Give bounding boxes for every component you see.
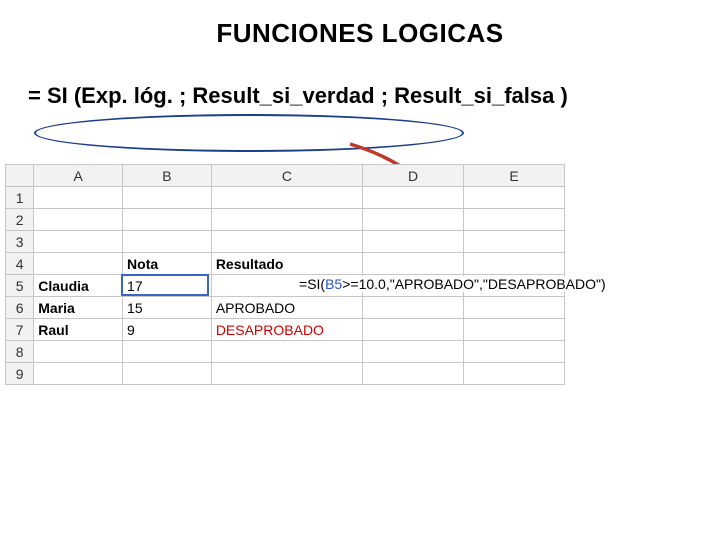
row-header-8[interactable]: 8 <box>6 341 34 363</box>
cell-b4-nota-header[interactable]: Nota <box>123 253 212 275</box>
formula-syntax-text: = SI (Exp. lóg. ; Result_si_verdad ; Res… <box>28 83 720 109</box>
cell-d8[interactable] <box>363 341 464 363</box>
cell-e7[interactable] <box>464 319 565 341</box>
cell-a5-name[interactable]: Claudia <box>34 275 123 297</box>
cell-e1[interactable] <box>464 187 565 209</box>
cell-d3[interactable] <box>363 231 464 253</box>
cell-d6[interactable] <box>363 297 464 319</box>
formula-ref: B5 <box>325 276 342 292</box>
row-header-6[interactable]: 6 <box>6 297 34 319</box>
cell-e2[interactable] <box>464 209 565 231</box>
cell-a2[interactable] <box>34 209 123 231</box>
corner-cell[interactable] <box>6 165 34 187</box>
cell-e3[interactable] <box>464 231 565 253</box>
cell-e6[interactable] <box>464 297 565 319</box>
cell-b9[interactable] <box>123 363 212 385</box>
cell-d1[interactable] <box>363 187 464 209</box>
syntax-highlight-ellipse <box>34 114 464 152</box>
row-header-7[interactable]: 7 <box>6 319 34 341</box>
formula-str1: "APROBADO" <box>390 276 479 292</box>
cell-a6-name[interactable]: Maria <box>34 297 123 319</box>
cell-d2[interactable] <box>363 209 464 231</box>
row-header-5[interactable]: 5 <box>6 275 34 297</box>
cell-d9[interactable] <box>363 363 464 385</box>
cell-e9[interactable] <box>464 363 565 385</box>
row-header-9[interactable]: 9 <box>6 363 34 385</box>
col-header-a[interactable]: A <box>34 165 123 187</box>
cell-c9[interactable] <box>211 363 362 385</box>
cell-c3[interactable] <box>211 231 362 253</box>
page-title: FUNCIONES LOGICAS <box>0 18 720 49</box>
col-header-e[interactable]: E <box>464 165 565 187</box>
formula-overlay: =SI(B5>=10.0,"APROBADO","DESAPROBADO") <box>299 276 606 292</box>
cell-a4[interactable] <box>34 253 123 275</box>
spreadsheet-grid: A B C D E 1 2 3 4 Nota Resultado 5 <box>5 164 565 385</box>
cell-c1[interactable] <box>211 187 362 209</box>
cell-b1[interactable] <box>123 187 212 209</box>
cell-d4[interactable] <box>363 253 464 275</box>
col-header-c[interactable]: C <box>211 165 362 187</box>
cell-a3[interactable] <box>34 231 123 253</box>
formula-str2: "DESAPROBADO" <box>483 276 601 292</box>
cell-b2[interactable] <box>123 209 212 231</box>
cell-b5-nota[interactable]: 17 <box>123 275 212 297</box>
cell-b6-nota[interactable]: 15 <box>123 297 212 319</box>
cell-c6-resultado[interactable]: APROBADO <box>211 297 362 319</box>
formula-close: ) <box>601 276 606 292</box>
cell-b8[interactable] <box>123 341 212 363</box>
cell-d7[interactable] <box>363 319 464 341</box>
cell-c4-resultado-header[interactable]: Resultado <box>211 253 362 275</box>
row-header-2[interactable]: 2 <box>6 209 34 231</box>
col-header-d[interactable]: D <box>363 165 464 187</box>
cell-e4[interactable] <box>464 253 565 275</box>
formula-eq: = <box>299 276 307 292</box>
cell-a1[interactable] <box>34 187 123 209</box>
cell-a8[interactable] <box>34 341 123 363</box>
cell-c2[interactable] <box>211 209 362 231</box>
row-header-1[interactable]: 1 <box>6 187 34 209</box>
cell-a7-name[interactable]: Raul <box>34 319 123 341</box>
row-header-4[interactable]: 4 <box>6 253 34 275</box>
row-header-3[interactable]: 3 <box>6 231 34 253</box>
formula-cmp: >=10.0, <box>342 276 390 292</box>
col-header-b[interactable]: B <box>123 165 212 187</box>
cell-b3[interactable] <box>123 231 212 253</box>
cell-c7-resultado[interactable]: DESAPROBADO <box>211 319 362 341</box>
cell-c8[interactable] <box>211 341 362 363</box>
formula-fn: SI <box>307 276 320 292</box>
cell-b7-nota[interactable]: 9 <box>123 319 212 341</box>
cell-e8[interactable] <box>464 341 565 363</box>
cell-a9[interactable] <box>34 363 123 385</box>
